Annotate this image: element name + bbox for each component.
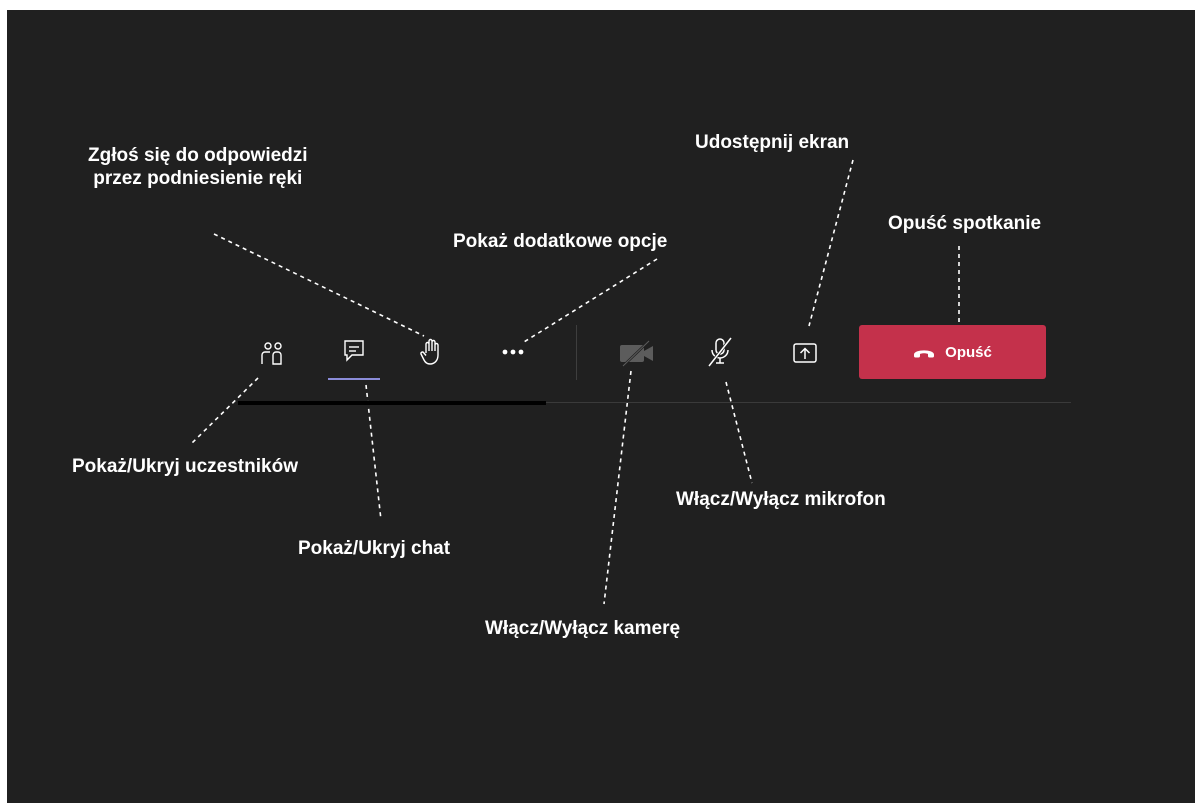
annotation-participants: Pokaż/Ukryj uczestników <box>72 456 298 477</box>
more-options-button[interactable] <box>494 332 534 372</box>
annotation-chat: Pokaż/Ukryj chat <box>298 538 451 559</box>
camera-toggle-button[interactable] <box>617 333 657 373</box>
camera-off-icon <box>620 340 653 367</box>
more-options-icon <box>502 349 524 355</box>
raise-hand-icon <box>420 338 439 365</box>
phone-hangup-icon <box>914 350 935 358</box>
microphone-toggle-button[interactable] <box>700 332 740 372</box>
chat-icon <box>344 340 364 362</box>
annotation-raise-hand-line1: Zgłoś się do odpowiedzi <box>88 145 308 166</box>
chat-button[interactable] <box>334 331 374 371</box>
leave-meeting-button[interactable]: Opuść <box>859 325 1046 379</box>
annotation-raise-hand: Zgłoś się do odpowiedzi przez podniesien… <box>88 144 308 190</box>
participants-icon <box>261 342 282 365</box>
participants-button[interactable] <box>253 333 293 373</box>
toolbar-divider <box>576 325 577 380</box>
raise-hand-button[interactable] <box>412 332 452 372</box>
toolbar-rail-active <box>238 401 546 405</box>
annotation-more-options: Pokaż dodatkowe opcje <box>453 231 668 252</box>
annotation-raise-hand-line2: przez podniesienie ręki <box>93 168 303 189</box>
share-screen-icon <box>793 343 817 363</box>
share-screen-button[interactable] <box>785 333 825 373</box>
mic-off-icon <box>707 337 733 367</box>
annotation-microphone: Włącz/Wyłącz mikrofon <box>676 489 886 510</box>
toolbar-rail <box>546 402 1071 403</box>
annotation-camera: Włącz/Wyłącz kamerę <box>485 618 681 639</box>
meeting-stage <box>7 10 1195 803</box>
chat-active-indicator <box>328 378 380 380</box>
leave-button-label: Opuść <box>945 343 992 361</box>
annotation-share-screen: Udostępnij ekran <box>695 132 850 153</box>
annotation-leave-meeting: Opuść spotkanie <box>888 213 1042 234</box>
